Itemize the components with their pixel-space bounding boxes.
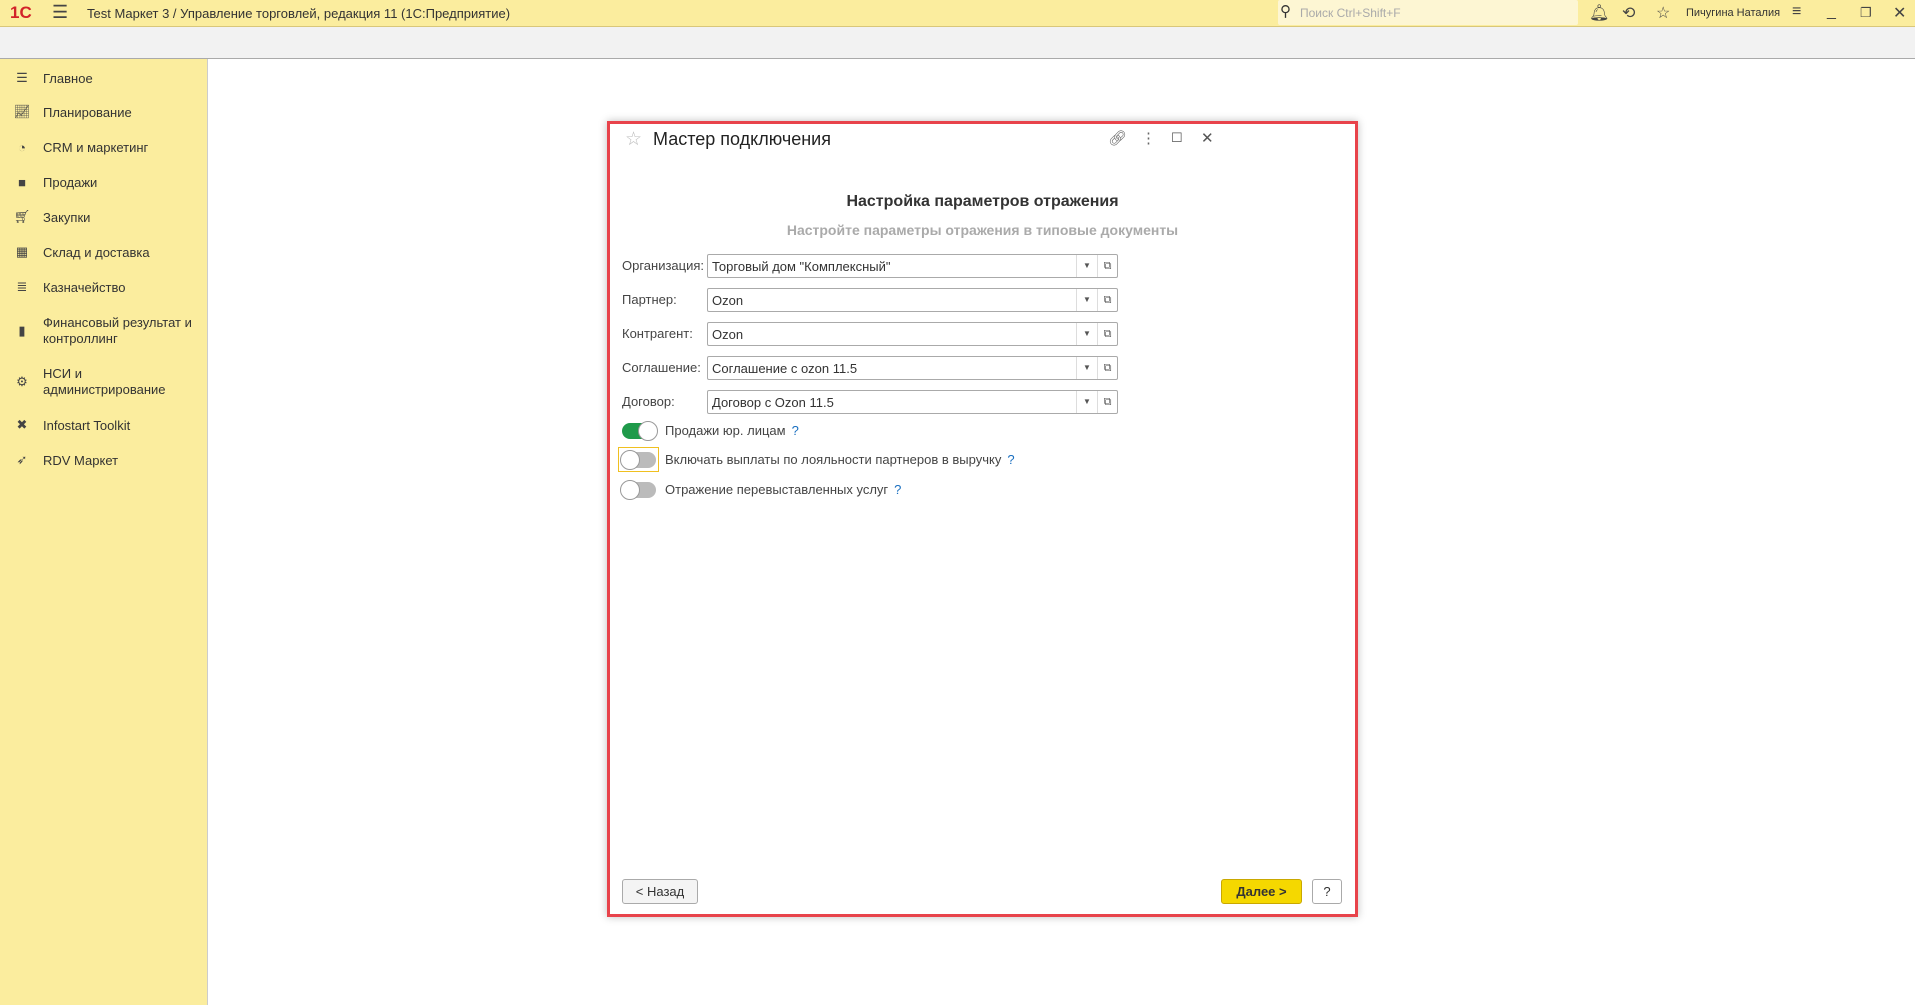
- help-button[interactable]: ?: [1312, 879, 1342, 904]
- field-value: Торговый дом "Комплексный": [712, 259, 891, 274]
- dropdown-arrow-icon[interactable]: ▼: [1076, 289, 1097, 311]
- sidebar-item-finance[interactable]: ▮ Финансовый результат и контроллинг: [0, 314, 208, 348]
- sidebar-item-label: Казначейство: [43, 279, 126, 295]
- sidebar-item-label: Закупки: [43, 209, 91, 225]
- sidebar: ☰ Главное 📈︎ Планирование ◔ CRM и маркетинг…: [0, 59, 208, 1005]
- help-icon[interactable]: ?: [792, 423, 799, 438]
- contract-field[interactable]: Договор с Ozon 11.5 ▼ ⧉: [707, 390, 1118, 414]
- field-value: Соглашение с ozon 11.5: [712, 361, 858, 376]
- help-icon[interactable]: ?: [1007, 452, 1014, 467]
- sidebar-item-label: Планирование: [43, 104, 132, 120]
- section-subheading: Настройте параметры отражения в типовые …: [786, 222, 1179, 238]
- sidebar-item-label: Финансовый результат и контроллинг: [43, 315, 192, 346]
- minimize-icon[interactable]: _: [1827, 3, 1836, 21]
- agreement-label: Соглашение:: [622, 360, 701, 375]
- sidebar-item-label: Продажи: [43, 174, 98, 190]
- sidebar-item-crm[interactable]: ◔ CRM и маркетинг: [0, 138, 208, 156]
- partner-label: Партнер:: [622, 292, 677, 307]
- field-value: Договор с Ozon 11.5: [712, 395, 834, 410]
- star-icon[interactable]: ☆: [1656, 3, 1670, 23]
- pie-icon: ◔: [18, 139, 26, 155]
- open-icon[interactable]: ⧉: [1097, 391, 1117, 413]
- restore-icon[interactable]: ❐: [1860, 5, 1872, 21]
- app-title: Test Маркет 3 / Управление торговлей, ре…: [87, 6, 511, 21]
- top-bar: 1С ☰ Test Маркет 3 / Управление торговле…: [0, 0, 1915, 27]
- contract-label: Договор:: [622, 394, 675, 409]
- sidebar-item-label: Infostart Toolkit: [43, 417, 131, 433]
- sidebar-item-admin[interactable]: ⚙ НСИ и администрирование: [0, 365, 208, 399]
- sidebar-item-label: Склад и доставка: [43, 244, 150, 260]
- maximize-icon[interactable]: ☐: [1171, 130, 1183, 146]
- dialog-title: Мастер подключения: [653, 129, 831, 149]
- search-placeholder: Поиск Ctrl+Shift+F: [1300, 6, 1401, 20]
- sidebar-item-label: RDV Маркет: [43, 452, 119, 468]
- sidebar-item-label: НСИ и администрирование: [43, 366, 166, 397]
- sidebar-item-label: CRM и маркетинг: [43, 139, 149, 155]
- sidebar-item-purchases[interactable]: 🛒︎ Закупки: [0, 208, 208, 226]
- sidebar-item-label: Главное: [43, 70, 93, 86]
- coins-icon: ≣: [16, 279, 28, 294]
- sidebar-item-infostart[interactable]: ✖ Infostart Toolkit: [0, 416, 208, 434]
- toolbar-band: [0, 27, 1915, 59]
- sidebar-item-treasury[interactable]: ≣ Казначейство: [0, 278, 208, 296]
- grid-icon: ▦: [15, 244, 29, 259]
- bag-icon: ■: [18, 174, 26, 190]
- user-name[interactable]: Пичугина Наталия: [1686, 7, 1780, 19]
- loyalty-payments-toggle[interactable]: [620, 450, 656, 470]
- history-icon[interactable]: ⟲: [1622, 3, 1635, 23]
- legal-sales-label: Продажи юр. лицам?: [665, 423, 799, 438]
- dropdown-arrow-icon[interactable]: ▼: [1076, 323, 1097, 345]
- tools-icon: ✖: [16, 417, 28, 432]
- sidebar-item-planning[interactable]: 📈︎ Планирование: [0, 103, 208, 121]
- menu-icon[interactable]: ☰: [52, 2, 68, 23]
- close-icon[interactable]: ✕: [1893, 3, 1906, 23]
- sidebar-item-rdv[interactable]: ➶ RDV Маркет: [0, 451, 208, 469]
- link-icon[interactable]: 🔗︎: [1108, 129, 1127, 147]
- sidebar-item-sales[interactable]: ■ Продажи: [0, 173, 208, 191]
- rocket-icon: ➶: [16, 452, 28, 467]
- chart-icon: 📈︎: [13, 104, 31, 119]
- favorite-star-icon[interactable]: ☆: [625, 128, 642, 151]
- open-icon[interactable]: ⧉: [1097, 255, 1117, 277]
- back-button[interactable]: < Назад: [622, 879, 698, 904]
- bar-chart-icon: ▮: [18, 323, 26, 338]
- connection-wizard-dialog: ☆ Мастер подключения 🔗︎ ⋮ ☐ ✕ Настройка …: [607, 121, 1358, 917]
- settings-menu-icon[interactable]: ≡: [1792, 3, 1801, 21]
- section-heading: Настройка параметров отражения: [846, 193, 1119, 210]
- gear-icon: ⚙: [16, 374, 28, 389]
- bell-icon[interactable]: 🔔︎: [1589, 3, 1609, 23]
- dropdown-arrow-icon[interactable]: ▼: [1076, 255, 1097, 277]
- counterparty-field[interactable]: Ozon ▼ ⧉: [707, 322, 1118, 346]
- legal-sales-toggle[interactable]: [622, 421, 658, 441]
- reinvoiced-services-label: Отражение перевыставленных услуг?: [665, 482, 902, 497]
- sidebar-item-warehouse[interactable]: ▦ Склад и доставка: [0, 243, 208, 261]
- help-icon[interactable]: ?: [894, 482, 901, 497]
- open-icon[interactable]: ⧉: [1097, 357, 1117, 379]
- dialog-close-icon[interactable]: ✕: [1201, 129, 1214, 147]
- logo-1c: 1С: [10, 3, 32, 22]
- partner-field[interactable]: Ozon ▼ ⧉: [707, 288, 1118, 312]
- dropdown-arrow-icon[interactable]: ▼: [1076, 357, 1097, 379]
- open-icon[interactable]: ⧉: [1097, 323, 1117, 345]
- open-icon[interactable]: ⧉: [1097, 289, 1117, 311]
- organization-field[interactable]: Торговый дом "Комплексный" ▼ ⧉: [707, 254, 1118, 278]
- loyalty-payments-label: Включать выплаты по лояльности партнеров…: [665, 452, 1015, 467]
- agreement-field[interactable]: Соглашение с ozon 11.5 ▼ ⧉: [707, 356, 1118, 380]
- counterparty-label: Контрагент:: [622, 326, 693, 341]
- search-input[interactable]: ⚲ Поиск Ctrl+Shift+F: [1278, 0, 1578, 25]
- reinvoiced-services-toggle[interactable]: [620, 480, 656, 500]
- more-icon[interactable]: ⋮: [1141, 129, 1156, 147]
- cart-icon: 🛒︎: [13, 209, 31, 224]
- organization-label: Организация:: [622, 258, 705, 273]
- menu-icon: ☰: [16, 70, 28, 85]
- dropdown-arrow-icon[interactable]: ▼: [1076, 391, 1097, 413]
- field-value: Ozon: [712, 293, 744, 308]
- sidebar-item-main[interactable]: ☰ Главное: [0, 69, 208, 87]
- field-value: Ozon: [712, 327, 744, 342]
- next-button[interactable]: Далее >: [1221, 879, 1302, 904]
- search-icon: ⚲: [1280, 3, 1291, 20]
